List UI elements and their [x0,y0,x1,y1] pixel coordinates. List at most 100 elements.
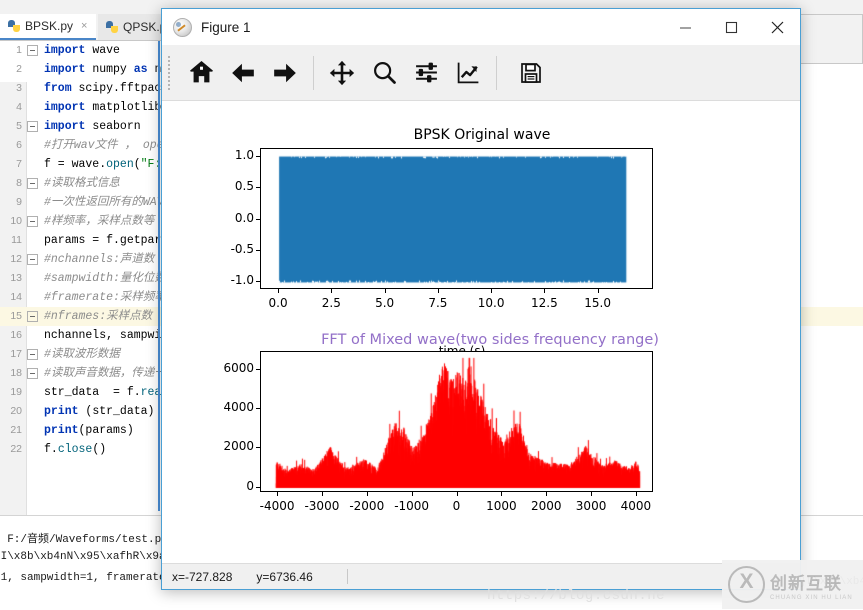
brand-text: 创新互联 CHUANG XIN HU LIAN [770,569,853,601]
code-fold-rail [158,41,160,511]
line-number: 8 [16,177,22,189]
line-number: 15 [10,310,22,322]
figure-canvas[interactable]: BPSK Original wave 0.0 2.5 5.0 7.5 10.0 12.5 1… [162,101,800,564]
line-number: 11 [11,234,22,246]
editor-tab-bpsk[interactable]: BPSK.py × [0,14,96,40]
tick-mark [411,492,413,496]
tick-mark [544,289,546,293]
line-number: 18 [10,367,22,379]
tick-mark [384,289,386,293]
line-number: 20 [10,405,22,417]
tick-mark [256,155,260,157]
code-text: #sampwidth:量化位数 [44,272,166,285]
zoom-magnifier-icon[interactable] [363,52,405,94]
fold-toggle-icon[interactable] [27,368,38,379]
line-number: 7 [16,158,22,170]
code-text: #nframes:采样点数 [44,310,153,323]
tick-mark [277,492,279,496]
xtick-label: 15.0 [584,296,611,310]
window-controls [662,10,800,44]
ytick-label: -0.5 [230,241,254,256]
line-number: 13 [10,272,22,284]
code-text: #framerate:采样频率 [44,291,166,304]
line-number: 5 [16,120,22,132]
ytick-label: 2000 [223,439,254,454]
ytick-label: 1.0 [234,147,254,162]
code-text: import numpy as np [44,63,168,76]
cursor-x-value: x=-727.828 [172,569,233,584]
line-number: 6 [16,139,22,151]
code-text: f.close() [44,443,107,456]
fft-spectrum-plot [261,352,652,491]
code-text: import seaborn [44,120,141,133]
home-icon[interactable] [180,52,222,94]
tick-mark [256,486,260,488]
tick-mark [256,368,260,370]
code-text: #nchannels:声道数 [44,253,155,266]
tick-mark [546,492,548,496]
status-divider [346,569,348,584]
fold-toggle-icon[interactable] [27,216,38,227]
fold-toggle-icon[interactable] [27,311,38,322]
toolbar-grip[interactable] [168,55,174,90]
xtick-label: 2.5 [321,296,341,310]
close-icon[interactable] [754,10,800,44]
cursor-y-value: y=6736.46 [256,569,313,584]
url-watermark: https://blog.csdn.ne [487,588,666,604]
tick-mark [597,289,599,293]
configure-subplots-icon[interactable] [405,52,447,94]
line-number: 16 [10,329,22,341]
line-number: 14 [10,291,22,303]
chart-axes-fft[interactable] [260,351,653,492]
ytick-label: 4000 [223,400,254,415]
fold-toggle-icon[interactable] [27,45,38,56]
tick-mark [366,492,368,496]
maximize-icon[interactable] [708,10,754,44]
matplotlib-figure-icon [173,17,192,37]
fold-toggle-icon[interactable] [27,254,38,265]
tick-mark [278,289,280,293]
editor-tab-label: BPSK.py [25,19,74,33]
window-title: Figure 1 [201,19,251,35]
save-icon[interactable] [510,52,552,94]
tick-mark [256,408,260,410]
python-file-icon [106,21,118,33]
forward-arrow-icon[interactable] [264,52,306,94]
line-number: 21 [10,424,22,436]
tick-mark [331,289,333,293]
pan-move-icon[interactable] [321,52,363,94]
tick-mark [321,492,323,496]
toolbar-separator [313,55,314,90]
ytick-label: 0.0 [234,210,254,225]
tick-mark [456,492,458,496]
fold-toggle-icon[interactable] [27,349,38,360]
tick-mark [256,218,260,220]
toolbar-separator [496,55,497,90]
edit-curve-icon[interactable] [447,52,489,94]
minimize-icon[interactable] [662,10,708,44]
fold-toggle-icon[interactable] [27,121,38,132]
figure-window[interactable]: Figure 1 BPSK Original wave 0.0 2.5 5.0 … [161,8,801,590]
code-text: import wave [44,44,120,57]
line-number: 10 [10,215,22,227]
tick-mark [501,492,503,496]
close-icon[interactable]: × [81,20,87,32]
chart-axes-bpsk[interactable] [260,148,653,289]
window-title-bar[interactable]: Figure 1 [162,9,800,45]
line-number: 12 [10,253,22,265]
tick-mark [437,289,439,293]
back-arrow-icon[interactable] [222,52,264,94]
code-text: #样频率，采样点数等 [44,215,155,228]
fold-toggle-icon[interactable] [27,178,38,189]
ide-right-panel [800,14,863,64]
xtick-label: 0.0 [268,296,288,310]
line-number: 9 [16,196,22,208]
code-text: print (str_data) [44,405,155,418]
console-line: =1, sampwidth=1, framerate= [0,572,173,584]
tick-mark [256,249,260,251]
console-line: e F:/音频/Waveforms/test.py [0,534,168,546]
line-number: 3 [16,82,22,94]
xtick-label: 5.0 [375,296,395,310]
code-text: #读取波形数据 [44,348,120,361]
python-file-icon [8,20,20,32]
